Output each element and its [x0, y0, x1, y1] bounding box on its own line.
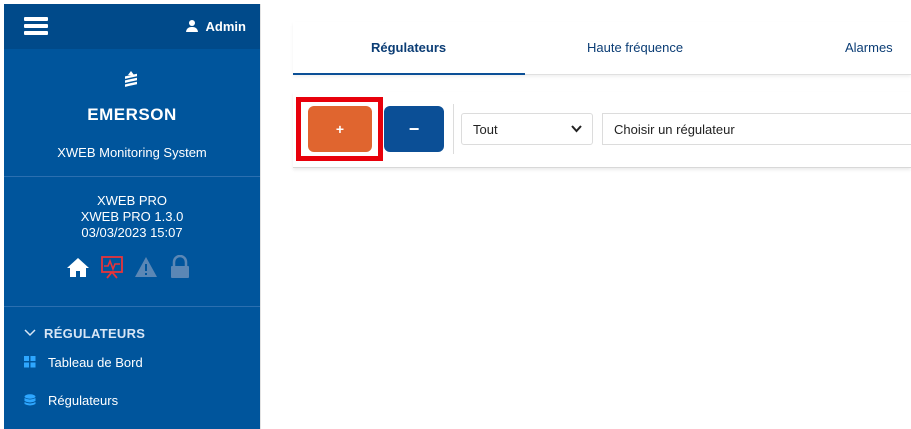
user-menu[interactable]: Admin: [185, 19, 246, 34]
chevron-down-icon: [24, 329, 36, 337]
remove-button[interactable]: −: [384, 106, 444, 152]
toolbar: + − Tout Choisir un régulateur: [293, 92, 911, 168]
device-datetime: 03/03/2023 15:07: [81, 225, 183, 240]
menu-icon[interactable]: [24, 17, 48, 35]
nav-section-regulateurs[interactable]: RÉGULATEURS: [4, 323, 260, 343]
tab-regulateurs[interactable]: Régulateurs: [371, 40, 446, 55]
chevron-down-icon: [571, 125, 582, 133]
monitor-chart-icon[interactable]: [100, 255, 124, 279]
controller-select[interactable]: Choisir un régulateur: [602, 113, 911, 145]
home-icon[interactable]: [66, 255, 90, 279]
filter-select-value: Tout: [473, 122, 498, 137]
tab-haute-frequence[interactable]: Haute fréquence: [587, 40, 683, 55]
device-model: XWEB PRO: [96, 193, 168, 208]
emerson-logo-icon: [125, 71, 137, 87]
brand-block: EMERSON XWEB Monitoring System: [4, 49, 260, 177]
active-tab-indicator: [293, 73, 525, 75]
database-icon: [24, 394, 36, 406]
sidebar: Admin EMERSON XWEB Monitoring System XWE…: [4, 4, 260, 429]
highlight-box: [296, 97, 383, 161]
main-content: Régulateurs Haute fréquence Alarmes + − …: [260, 4, 911, 429]
toolbar-divider: [453, 104, 454, 154]
warning-icon[interactable]: [134, 255, 158, 279]
sidebar-item-label: Tableau de Bord: [48, 354, 143, 370]
tab-bar: Régulateurs Haute fréquence Alarmes: [293, 22, 911, 75]
controller-select-placeholder: Choisir un régulateur: [614, 122, 735, 137]
status-icon-bar: [66, 255, 192, 279]
device-info: XWEB PRO XWEB PRO 1.3.0 03/03/2023 15:07: [4, 177, 260, 307]
sidebar-item-tableau-de-bord[interactable]: Tableau de Bord: [4, 343, 260, 381]
user-icon: [185, 20, 198, 33]
brand-name: EMERSON: [87, 105, 177, 124]
sidebar-top-bar: Admin: [4, 4, 260, 49]
tab-alarmes[interactable]: Alarmes: [845, 40, 893, 55]
controllers-panel: Régulateurs Haute fréquence Alarmes + − …: [293, 22, 911, 168]
dashboard-grid-icon: [24, 356, 36, 368]
filter-select[interactable]: Tout: [461, 113, 593, 145]
system-name: XWEB Monitoring System: [57, 145, 207, 160]
user-name: Admin: [205, 19, 246, 34]
sidebar-nav: RÉGULATEURS Tableau de Bord Régulateurs: [4, 307, 260, 419]
sidebar-item-label: Régulateurs: [48, 392, 119, 408]
nav-section-title: RÉGULATEURS: [44, 325, 146, 341]
sidebar-item-regulateurs[interactable]: Régulateurs: [4, 381, 260, 419]
lock-icon[interactable]: [168, 255, 192, 279]
device-version: XWEB PRO 1.3.0: [80, 209, 184, 224]
